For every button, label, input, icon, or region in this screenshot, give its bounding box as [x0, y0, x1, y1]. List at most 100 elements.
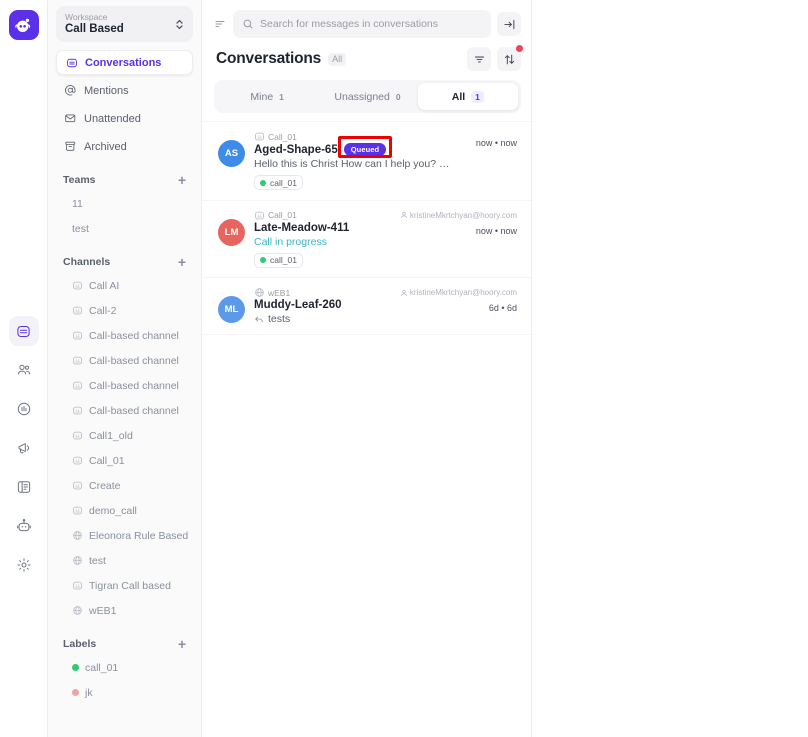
conversation-row[interactable]: ML wEB1 Muddy-Leaf-260 tests kristineMkrtchy… [202, 278, 531, 335]
conversation-label-chip: call_01 [254, 252, 303, 268]
tab-count: 1 [471, 90, 484, 103]
sidebar-item-label: Conversations [85, 56, 162, 69]
panel-title-row: Conversations All [202, 44, 531, 71]
sidebar-nav: Conversations Mentions Unattended Archiv… [56, 50, 193, 159]
channel-item[interactable]: Tigran Call based [56, 573, 193, 598]
label-item[interactable]: jk [56, 680, 193, 705]
rail-item-conversations[interactable] [8, 316, 39, 346]
workspace-selector[interactable]: Workspace Call Based [56, 6, 193, 42]
sidebar-item-mentions[interactable]: Mentions [56, 78, 193, 103]
channel-name: Call_01 [268, 131, 297, 142]
channel-item[interactable]: Call AI [56, 273, 193, 298]
channel-label: Call-based channel [89, 404, 179, 417]
workspace-name: Call Based [65, 23, 124, 35]
channel-label: Call-2 [89, 304, 117, 317]
bot-channel-icon [254, 210, 265, 221]
rail-item-campaigns[interactable] [9, 433, 39, 463]
team-item[interactable]: 11 [56, 191, 193, 216]
team-label: 11 [72, 197, 83, 210]
bot-channel-icon [72, 580, 83, 591]
rail-item-reports[interactable] [9, 394, 39, 424]
sidebar-item-unattended[interactable]: Unattended [56, 106, 193, 131]
tab-label: All [451, 90, 466, 103]
label-item[interactable]: call_01 [56, 655, 193, 680]
collapse-panel-button[interactable] [497, 12, 521, 36]
channel-label: Eleonora Rule Based [89, 529, 189, 542]
channel-item[interactable]: Create [56, 473, 193, 498]
rail-item-contacts[interactable] [9, 355, 39, 385]
bot-channel-icon [72, 455, 83, 466]
globe-channel-icon [72, 605, 83, 616]
label-text: call_01 [85, 661, 119, 674]
channel-item[interactable]: Call-based channel [56, 398, 193, 423]
tab-count: 1 [279, 91, 284, 102]
team-item[interactable]: test [56, 216, 193, 241]
workspace-label: Workspace [65, 12, 108, 22]
bot-channel-icon [72, 480, 83, 491]
tab-all[interactable]: All 1 [417, 83, 518, 110]
conversation-tabs: Mine 1 Unassigned 0 All 1 [214, 80, 521, 113]
tab-label: Mine [250, 90, 274, 103]
bot-channel-icon [72, 405, 83, 416]
assignee-email: kristineMkrtchyan@hoory.com [409, 288, 517, 297]
add-channel-button[interactable]: + [178, 255, 186, 269]
bot-channel-icon [72, 280, 83, 291]
channel-item[interactable]: Call-2 [56, 298, 193, 323]
label-chip-text: call_01 [270, 177, 297, 188]
bot-channel-icon [72, 380, 83, 391]
chevron-updown-icon [175, 18, 184, 31]
filter-flag-icon[interactable] [214, 18, 227, 30]
channel-item[interactable]: Call-based channel [56, 323, 193, 348]
sort-button[interactable] [497, 45, 523, 71]
hoory-logo[interactable] [8, 10, 39, 40]
conversation-row[interactable]: LM Call_01 Late-Meadow-411 Call in progress… [202, 201, 531, 278]
search-input[interactable]: Search for messages in conversations [233, 10, 491, 38]
avatar-initials: AS [224, 148, 239, 159]
filter-button[interactable] [467, 47, 491, 71]
globe-channel-icon [72, 530, 83, 541]
channel-name: Call_01 [268, 210, 297, 220]
rail-item-settings[interactable] [9, 550, 39, 580]
rail-item-knowledge-base[interactable] [9, 472, 39, 502]
conversation-assignee: kristineMkrtchyan@hoory.com [401, 211, 517, 220]
conversation-timestamp: now • now [475, 138, 517, 148]
tab-label: Unassigned [334, 90, 390, 103]
tab-mine[interactable]: Mine 1 [217, 83, 317, 110]
channels-section-header: Channels + [56, 255, 193, 269]
conversation-meta: now • now [405, 132, 517, 148]
label-color-dot [72, 664, 79, 671]
channel-item[interactable]: wEB1 [56, 598, 193, 623]
channels-title: Channels [63, 256, 111, 268]
archive-box-icon [64, 140, 77, 153]
channel-item[interactable]: Call1_old [56, 423, 193, 448]
channel-label: Call-based channel [89, 354, 179, 367]
sidebar-item-label: Mentions [84, 84, 129, 97]
conversation-row[interactable]: AS Call_01 Aged-Shape-65 Queued Hello this i… [202, 121, 531, 201]
channel-item[interactable]: Call-based channel [56, 373, 193, 398]
add-label-button[interactable]: + [178, 637, 186, 651]
channel-label: Tigran Call based [89, 579, 171, 592]
labels-list: call_01jk [56, 655, 193, 705]
channel-item[interactable]: demo_call [56, 498, 193, 523]
tab-unassigned[interactable]: Unassigned 0 [317, 83, 417, 110]
rail-item-assistant[interactable] [9, 511, 39, 541]
labels-section-header: Labels + [56, 637, 193, 651]
conversation-meta: kristineMkrtchyan@hoory.com 6d • 6d [401, 288, 517, 313]
conversation-name: Late-Meadow-411 [254, 221, 350, 234]
channel-item[interactable]: test [56, 548, 193, 573]
sidebar-item-conversations[interactable]: Conversations [56, 50, 193, 75]
search-placeholder: Search for messages in conversations [260, 18, 439, 30]
conversation-list: AS Call_01 Aged-Shape-65 Queued Hello this i… [202, 121, 531, 737]
conversation-preview-text: Hello this is Christ How can I help you?… [254, 158, 450, 170]
channel-item[interactable]: Eleonora Rule Based [56, 523, 193, 548]
bot-channel-icon [72, 430, 83, 441]
conversation-label-chip: call_01 [254, 175, 303, 190]
conversation-timestamp: 6d • 6d [488, 303, 517, 313]
sidebar-item-archived[interactable]: Archived [56, 134, 193, 159]
add-team-button[interactable]: + [178, 173, 186, 187]
search-row: Search for messages in conversations [202, 0, 531, 44]
conversations-icon [16, 324, 31, 339]
channel-item[interactable]: Call_01 [56, 448, 193, 473]
channel-item[interactable]: Call-based channel [56, 348, 193, 373]
rail-button-group [8, 316, 39, 580]
